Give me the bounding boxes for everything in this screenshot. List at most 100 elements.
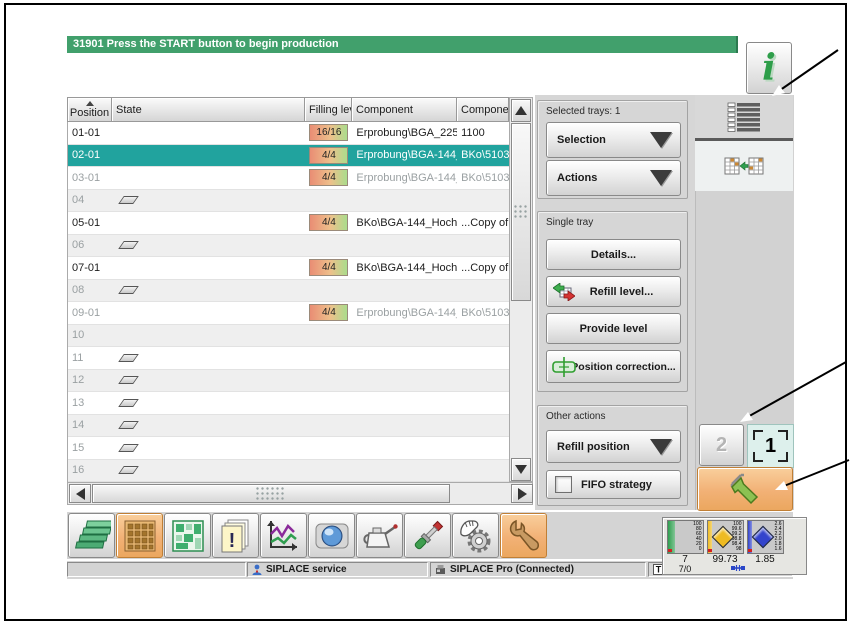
gauge-row: 100 80 60 40 20 0 7 7/0 100 99.6 99.2 98.8 98.4 98 99.… — [666, 520, 784, 574]
horizontal-scrollbar[interactable] — [67, 482, 533, 505]
chevron-down-icon — [650, 132, 672, 148]
tab-tray-view[interactable] — [695, 141, 793, 191]
cell-position: 06 — [72, 239, 85, 252]
chevron-down-icon — [650, 170, 672, 186]
filling-level-badge: 4/4 — [309, 259, 349, 277]
table-row[interactable]: 04 — [68, 189, 509, 212]
cell-position: 09-01 — [72, 306, 101, 319]
gauge: 2.6 2.4 2.2 2.0 1.8 1.6 1.85 — [746, 520, 784, 574]
table-row[interactable]: 03-01 4/4 Erprobung\BGA-144_2 BKo\5103 — [68, 167, 509, 190]
switch-level-button[interactable] — [697, 467, 793, 511]
cell-component-2 — [457, 347, 509, 369]
cell-state — [113, 167, 306, 189]
selected-trays-group: Selected trays: 1 Selection Actions — [537, 100, 688, 199]
toolbar-tray-button[interactable] — [116, 513, 163, 558]
fifo-strategy-toggle[interactable]: FIFO strategy — [546, 470, 681, 499]
status-segment-service: SIPLACE service — [247, 562, 428, 577]
cell-position: 05-01 — [72, 216, 101, 229]
vertical-scroll-thumb[interactable] — [511, 123, 531, 301]
toolbar-service-button[interactable] — [500, 513, 547, 558]
cell-position: 02-01 — [72, 149, 101, 162]
table-row[interactable]: 15 — [68, 437, 509, 460]
table-row[interactable]: 14 — [68, 414, 509, 437]
cell-state — [113, 392, 306, 414]
fifo-checkbox[interactable] — [555, 476, 572, 493]
position-correction-button[interactable]: Position correction... — [546, 350, 681, 383]
cell-filling-level — [305, 235, 352, 257]
filling-level-badge: 4/4 — [309, 304, 349, 322]
tab-list-view[interactable] — [695, 95, 793, 141]
filling-level-badge: 4/4 — [309, 146, 349, 164]
cell-filling-level: 4/4 — [305, 145, 352, 167]
toolbar-maintenance-button[interactable] — [356, 513, 403, 558]
table-row[interactable]: 07-01 4/4 BKo\BGA-144_Hoch...Copy of 51 — [68, 257, 509, 280]
table-row[interactable]: 16 — [68, 459, 509, 482]
cell-state — [113, 370, 306, 392]
toolbar-setup-button[interactable] — [404, 513, 451, 558]
details-button[interactable]: Details... — [546, 239, 681, 270]
scroll-right-button[interactable] — [511, 484, 533, 503]
machine-icon — [436, 565, 445, 574]
table-row[interactable]: 13 — [68, 392, 509, 415]
table-row[interactable]: 12 — [68, 369, 509, 392]
empty-tray-icon — [118, 398, 139, 407]
scroll-up-button[interactable] — [511, 99, 531, 122]
cell-component-2 — [457, 460, 509, 482]
scroll-left-button[interactable] — [69, 484, 91, 503]
gauge-scale: 100 80 60 40 20 0 — [692, 521, 702, 553]
refill-level-icon — [553, 282, 575, 301]
machine-status-panel[interactable]: 100 80 60 40 20 0 7 7/0 100 99.6 99.2 98.8 98.4 98 99.… — [662, 517, 807, 575]
arrow-right-icon — [517, 487, 527, 500]
provide-level-button[interactable]: Provide level — [546, 313, 681, 344]
column-header-filling-level[interactable]: Filling level — [304, 97, 352, 122]
message-bar: 31901 Press the START button to begin pr… — [67, 36, 738, 53]
svg-text:T: T — [656, 565, 662, 575]
cell-position: 03-01 — [72, 171, 101, 184]
cell-position: 12 — [72, 374, 85, 387]
table-row[interactable]: 10 — [68, 324, 509, 347]
actions-dropdown[interactable]: Actions — [546, 160, 681, 196]
gantry-1-button[interactable]: 1 — [747, 424, 794, 468]
scroll-down-button[interactable] — [511, 458, 531, 481]
vision-camera-icon — [315, 523, 348, 548]
toolbar-station-button[interactable] — [164, 513, 211, 558]
gantry-2-button[interactable]: 2 — [699, 424, 744, 466]
column-header-component[interactable]: Component — [351, 97, 457, 122]
toolbar-boards-button[interactable] — [68, 513, 115, 558]
cell-component — [352, 370, 457, 392]
cell-component — [352, 280, 457, 302]
toolbar-vision-button[interactable] — [308, 513, 355, 558]
table-row[interactable]: 01-01 16/16 Erprobung\BGA_225 1100 — [68, 122, 509, 145]
column-header-component-2[interactable]: Component — [456, 97, 509, 122]
table-row[interactable]: 09-01 4/4 Erprobung\BGA-144_3 BKo\5103 — [68, 302, 509, 325]
gauge-scale-label: 0 — [698, 546, 702, 552]
connector-icon — [731, 565, 745, 571]
svg-text:!: ! — [228, 530, 235, 552]
table-row[interactable]: 05-01 4/4 BKo\BGA-144_Hoch...Copy of 51 — [68, 212, 509, 235]
cell-state — [113, 302, 306, 324]
table-row[interactable]: 08 — [68, 279, 509, 302]
tray-grid-icon — [124, 520, 155, 551]
table-row[interactable]: 02-01 4/4 Erprobung\BGA-144_1 BKo\5103 — [68, 144, 509, 167]
cell-component-2 — [457, 280, 509, 302]
table-row[interactable]: 06 — [68, 234, 509, 257]
cell-state — [113, 257, 306, 279]
cell-position: 08 — [72, 284, 85, 297]
empty-tray-icon — [118, 443, 139, 452]
table-row[interactable]: 11 — [68, 347, 509, 370]
toolbar-errors-button[interactable]: ! — [212, 513, 259, 558]
info-button[interactable]: i — [746, 42, 792, 94]
toolbar-statistics-button[interactable] — [260, 513, 307, 558]
refill-level-button[interactable]: Refill level... — [546, 276, 681, 307]
table-body: 01-01 16/16 Erprobung\BGA_225 1100 02-01 4/4 E… — [67, 122, 509, 482]
column-header-state[interactable]: State — [111, 97, 305, 122]
selection-dropdown[interactable]: Selection — [546, 122, 681, 158]
other-actions-label: Other actions — [546, 411, 606, 422]
cell-component: BKo\BGA-144_Hoch — [356, 216, 458, 229]
vertical-scrollbar[interactable] — [509, 97, 533, 482]
toolbar-manual-button[interactable] — [452, 513, 499, 558]
refill-position-dropdown[interactable]: Refill position — [546, 430, 681, 463]
column-header-position[interactable]: Position — [67, 97, 112, 122]
cell-filling-level — [305, 460, 352, 482]
horizontal-scroll-thumb[interactable] — [92, 484, 450, 503]
